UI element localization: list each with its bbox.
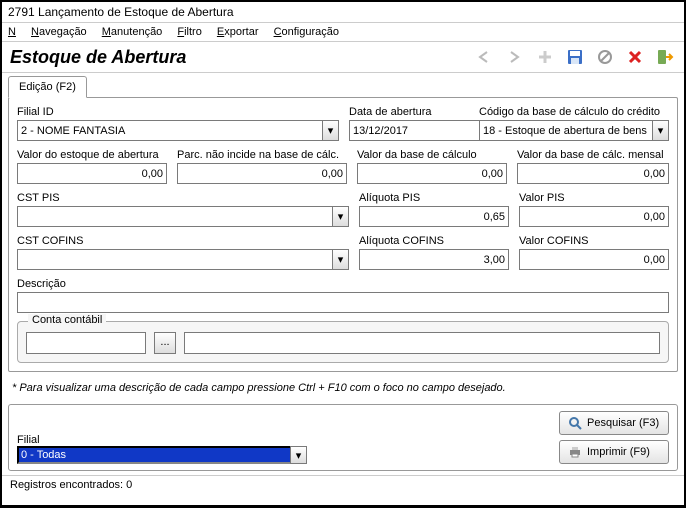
chevron-down-icon[interactable]: ▾ bbox=[290, 446, 307, 464]
label-filial-filter: Filial bbox=[17, 434, 549, 446]
menu-bar: Ndocument.currentScript.previousSibling.… bbox=[2, 23, 684, 42]
label-valor-base-mensal: Valor da base de cálc. mensal bbox=[517, 149, 669, 161]
filial-id-combo[interactable]: ▾ bbox=[17, 120, 339, 141]
label-codigo-base: Código da base de cálculo do crédito bbox=[479, 106, 669, 118]
aliquota-pis-input[interactable] bbox=[359, 206, 509, 227]
label-valor-pis: Valor PIS bbox=[519, 192, 669, 204]
data-abertura-combo[interactable]: ▾ bbox=[349, 120, 469, 141]
nav-forward-button[interactable] bbox=[504, 46, 526, 68]
imprimir-button[interactable]: Imprimir (F9) bbox=[559, 440, 669, 464]
save-button[interactable] bbox=[564, 46, 586, 68]
app-window: 2791 Lançamento de Estoque de Abertura N… bbox=[1, 1, 685, 506]
filial-filter-input[interactable] bbox=[17, 446, 290, 464]
filter-panel: Filial ▾ Pesquisar (F3) Imprimir (F9) bbox=[8, 404, 678, 471]
menu-filtro[interactable]: Filtro bbox=[177, 26, 201, 38]
aliquota-cofins-input[interactable] bbox=[359, 249, 509, 270]
cancel-button[interactable] bbox=[594, 46, 616, 68]
label-parc-nao-incide: Parc. não incide na base de cálc. bbox=[177, 149, 347, 161]
new-button[interactable] bbox=[534, 46, 556, 68]
printer-icon bbox=[568, 445, 582, 459]
tab-bar: Edição (F2) bbox=[2, 73, 684, 97]
exit-button[interactable] bbox=[654, 46, 676, 68]
codigo-base-input[interactable] bbox=[479, 120, 652, 141]
window-title: 2791 Lançamento de Estoque de Abertura bbox=[2, 2, 684, 23]
conta-descricao-input[interactable] bbox=[184, 332, 660, 354]
label-cst-cofins: CST COFINS bbox=[17, 235, 349, 247]
label-valor-base-calc: Valor da base de cálculo bbox=[357, 149, 507, 161]
valor-pis-input[interactable] bbox=[519, 206, 669, 227]
label-filial-id: Filial ID bbox=[17, 106, 339, 118]
filial-id-input[interactable] bbox=[17, 120, 322, 141]
legend-conta-contabil: Conta contábil bbox=[28, 314, 106, 326]
toolbar bbox=[474, 46, 676, 68]
pesquisar-button[interactable]: Pesquisar (F3) bbox=[559, 411, 669, 435]
menu-navegacao[interactable]: Navegação bbox=[31, 26, 87, 38]
header-row: Estoque de Abertura bbox=[2, 42, 684, 73]
tab-edicao[interactable]: Edição (F2) bbox=[8, 76, 87, 98]
cst-cofins-combo[interactable]: ▾ bbox=[17, 249, 349, 270]
label-valor-cofins: Valor COFINS bbox=[519, 235, 669, 247]
label-cst-pis: CST PIS bbox=[17, 192, 349, 204]
label-data-abertura: Data de abertura bbox=[349, 106, 469, 118]
codigo-base-combo[interactable]: ▾ bbox=[479, 120, 669, 141]
conta-codigo-input[interactable] bbox=[26, 332, 146, 354]
page-title: Estoque de Abertura bbox=[10, 47, 474, 68]
parc-nao-incide-input[interactable] bbox=[177, 163, 347, 184]
chevron-down-icon[interactable]: ▾ bbox=[332, 249, 349, 270]
label-aliquota-cofins: Alíquota COFINS bbox=[359, 235, 509, 247]
status-bar: Registros encontrados: 0 bbox=[2, 475, 684, 494]
menu-navegacao[interactable]: Ndocument.currentScript.previousSibling.… bbox=[8, 26, 16, 38]
imprimir-label: Imprimir (F9) bbox=[587, 446, 650, 458]
valor-estoque-input[interactable] bbox=[17, 163, 167, 184]
label-valor-estoque: Valor do estoque de abertura bbox=[17, 149, 167, 161]
cst-cofins-input[interactable] bbox=[17, 249, 332, 270]
descricao-input[interactable] bbox=[17, 292, 669, 313]
conta-lookup-button[interactable]: ... bbox=[154, 332, 176, 354]
chevron-down-icon[interactable]: ▾ bbox=[652, 120, 669, 141]
pesquisar-label: Pesquisar (F3) bbox=[587, 417, 659, 429]
nav-back-button[interactable] bbox=[474, 46, 496, 68]
search-icon bbox=[568, 416, 582, 430]
cst-pis-combo[interactable]: ▾ bbox=[17, 206, 349, 227]
cst-pis-input[interactable] bbox=[17, 206, 332, 227]
chevron-down-icon[interactable]: ▾ bbox=[332, 206, 349, 227]
valor-base-calc-input[interactable] bbox=[357, 163, 507, 184]
valor-base-mensal-input[interactable] bbox=[517, 163, 669, 184]
hint-text: * Para visualizar uma descrição de cada … bbox=[12, 382, 674, 394]
menu-manutencao[interactable]: Manutenção bbox=[102, 26, 163, 38]
label-descricao: Descrição bbox=[17, 278, 669, 290]
chevron-down-icon[interactable]: ▾ bbox=[322, 120, 339, 141]
delete-button[interactable] bbox=[624, 46, 646, 68]
valor-cofins-input[interactable] bbox=[519, 249, 669, 270]
label-aliquota-pis: Alíquota PIS bbox=[359, 192, 509, 204]
filial-filter-combo[interactable]: ▾ bbox=[17, 446, 307, 464]
conta-contabil-group: Conta contábil ... bbox=[17, 321, 669, 363]
data-abertura-input[interactable] bbox=[349, 120, 498, 141]
menu-configuracao[interactable]: Configuração bbox=[274, 26, 339, 38]
form-panel: Filial ID ▾ Data de abertura ▾ Código da… bbox=[8, 97, 678, 372]
menu-exportar[interactable]: Exportar bbox=[217, 26, 259, 38]
